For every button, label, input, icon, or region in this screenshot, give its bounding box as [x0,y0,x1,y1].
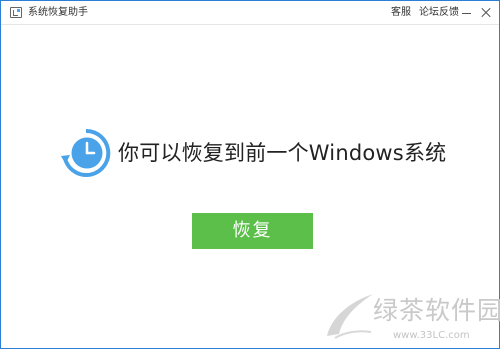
app-window: 系统恢复助手 客服 论坛反馈 你可以恢复到前一个Windows系统 恢复 绿茶软… [0,0,500,349]
close-icon[interactable] [478,4,494,20]
forum-feedback-link[interactable]: 论坛反馈 [419,6,459,19]
watermark-swoosh-icon [327,294,373,339]
watermark-url: www.33LC.com [393,330,470,341]
app-icon [10,7,22,18]
window-title: 系统恢复助手 [28,7,88,18]
restore-message: 你可以恢复到前一个Windows系统 [118,141,447,165]
minimize-icon[interactable] [458,4,474,20]
restore-button[interactable]: 恢复 [192,213,313,249]
clock-restore-icon [61,128,111,177]
watermark-title: 绿茶软件园 [373,296,500,325]
title-bar: 系统恢复助手 客服 论坛反馈 [1,1,499,25]
service-link[interactable]: 客服 [391,6,411,19]
watermark: 绿茶软件园 www.33LC.com [321,288,500,350]
